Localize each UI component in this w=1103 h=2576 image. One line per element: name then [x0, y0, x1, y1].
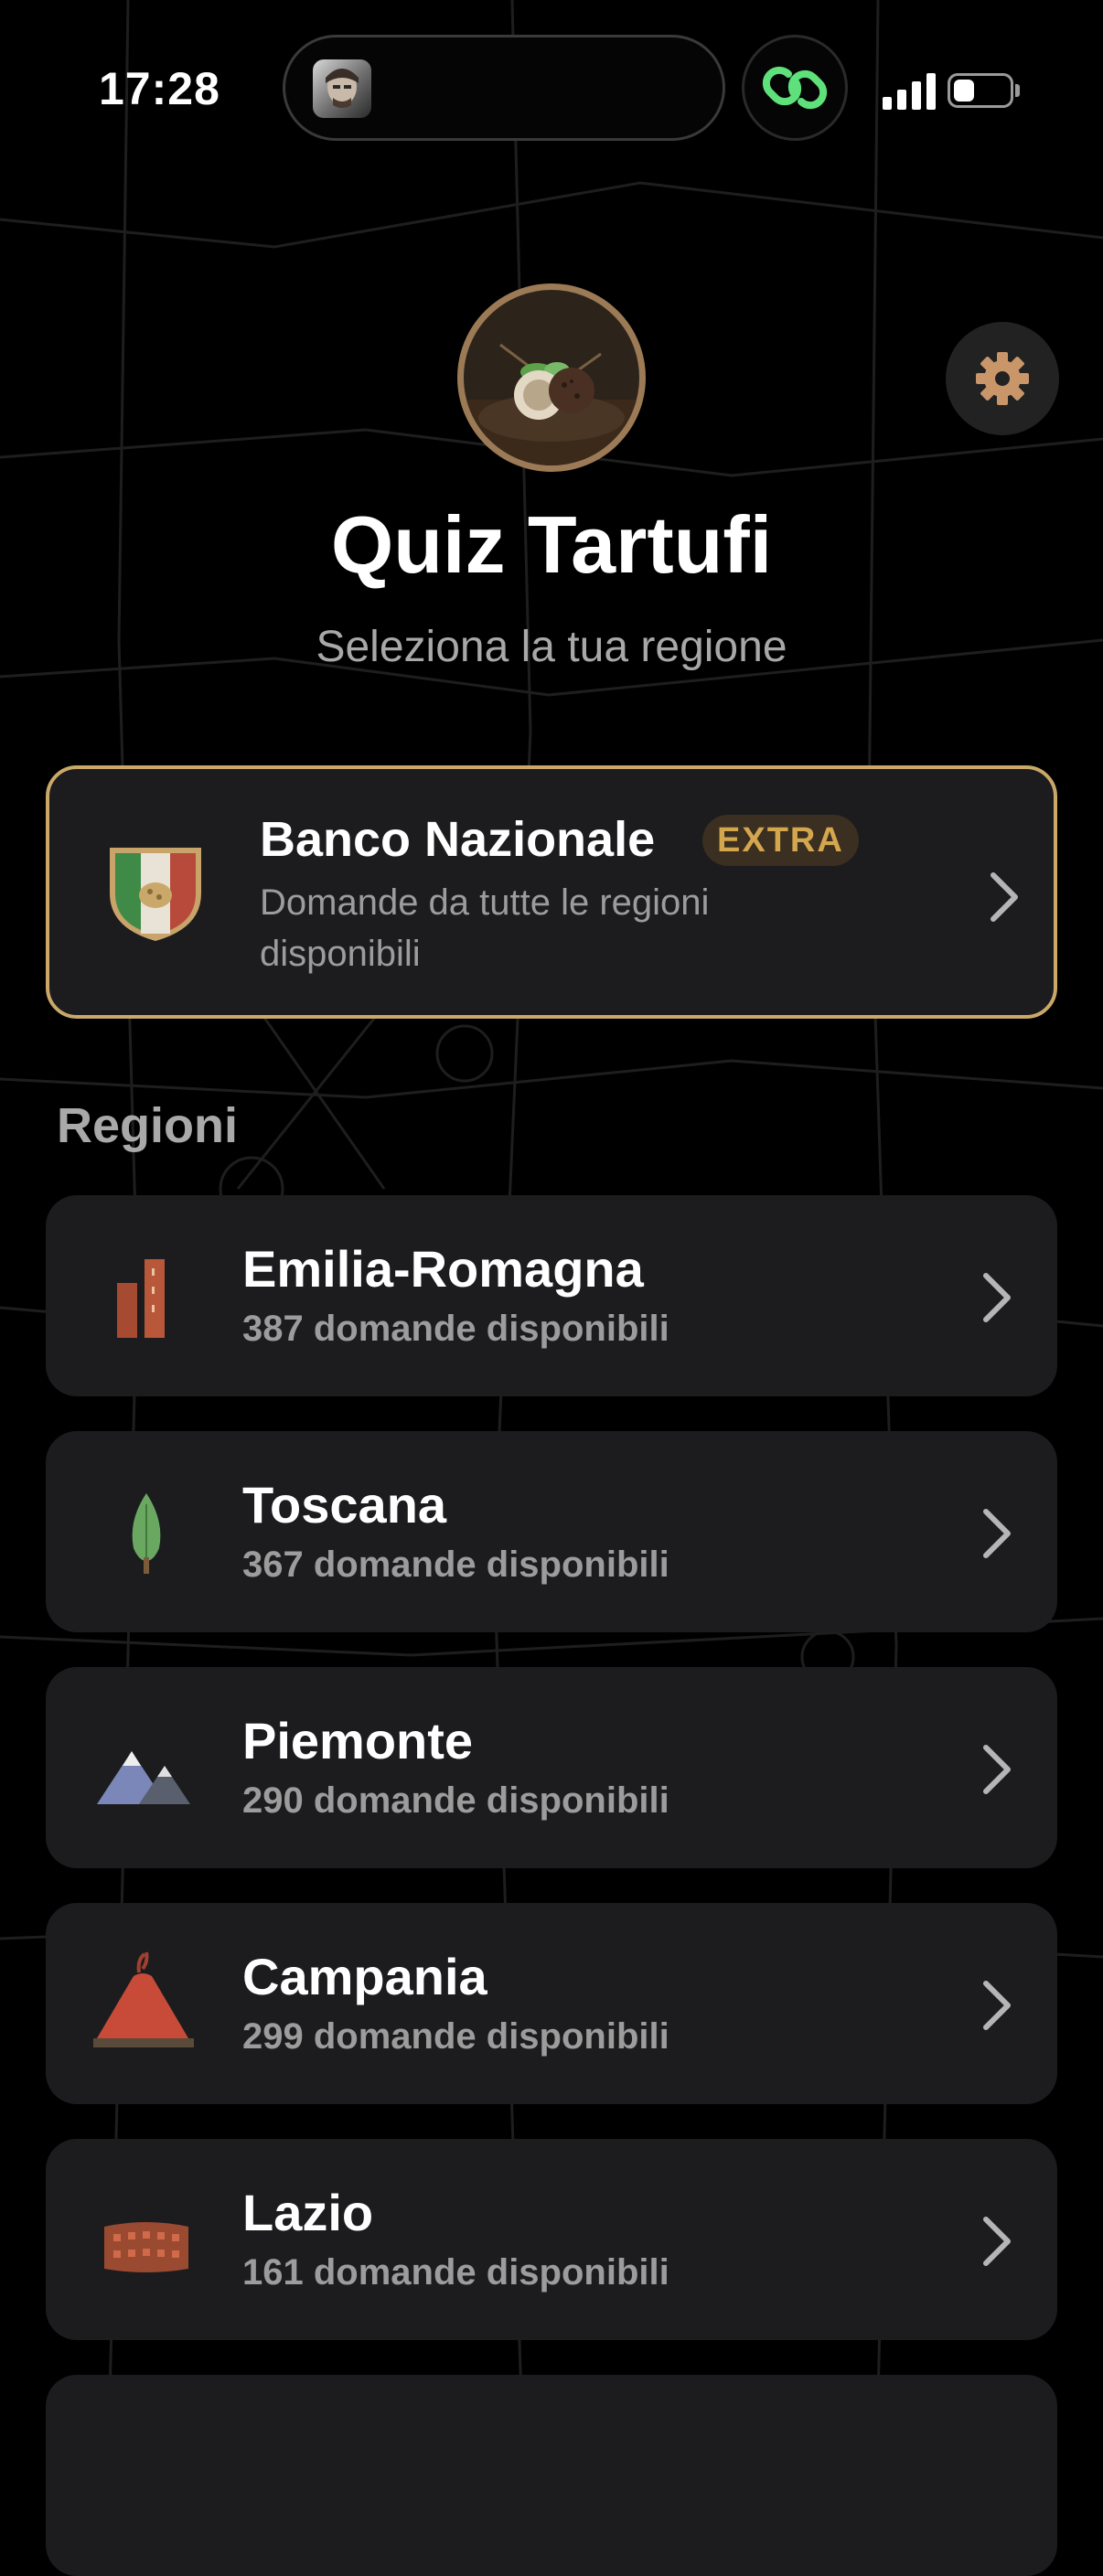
avatar [313, 59, 371, 118]
status-time: 17:28 [99, 63, 220, 114]
extra-badge: EXTRA [702, 815, 859, 866]
volcano-icon [93, 1951, 194, 2047]
region-name: Piemonte [242, 1712, 474, 1769]
chevron-right-icon [983, 1273, 1011, 1322]
region-count: 387 domande disponibili [242, 1309, 669, 1349]
region-count: 290 domande disponibili [242, 1780, 669, 1821]
dynamic-island[interactable] [283, 35, 725, 141]
banco-title: Banco Nazionale [260, 812, 656, 867]
chevron-right-icon [983, 1745, 1011, 1794]
region-card-toscana[interactable]: Toscana 367 domande disponibili [46, 1431, 1057, 1632]
mountains-icon [97, 1751, 190, 1804]
colosseum-icon [104, 2222, 188, 2272]
region-name: Campania [242, 1948, 487, 2005]
gear-icon [976, 352, 1029, 405]
region-count: 367 domande disponibili [242, 1545, 669, 1585]
region-card-piemonte[interactable]: Piemonte 290 domande disponibili [46, 1667, 1057, 1868]
region-card-lazio[interactable]: Lazio 161 domande disponibili [46, 2139, 1057, 2340]
link-icon[interactable] [742, 35, 848, 141]
region-name: Lazio [242, 2184, 374, 2241]
region-card-campania[interactable]: Campania 299 domande disponibili [46, 1903, 1057, 2104]
page-title: Quiz Tartufi [330, 499, 773, 590]
region-card-emilia-romagna[interactable]: Emilia-Romagna 387 domande disponibili [46, 1195, 1057, 1396]
italy-shield-icon [110, 848, 201, 941]
chevron-right-icon [983, 2217, 1011, 2266]
cypress-icon [132, 1493, 161, 1574]
banco-description: Domande da tutte le regioni disponibili [260, 882, 710, 974]
region-name: Toscana [242, 1476, 447, 1534]
app-logo [457, 283, 646, 472]
page-subtitle: Seleziona la tua regione [316, 623, 787, 671]
region-card-next[interactable] [46, 2375, 1057, 2576]
chevron-right-icon [983, 1981, 1011, 2030]
chevron-right-icon [991, 872, 1018, 922]
battery-tip [1015, 84, 1020, 97]
region-count: 299 domande disponibili [242, 2016, 669, 2057]
region-count: 161 domande disponibili [242, 2252, 669, 2293]
settings-button[interactable] [946, 322, 1059, 435]
chevron-right-icon [983, 1509, 1011, 1558]
signal-icon [883, 73, 936, 110]
battery-icon [948, 73, 1013, 108]
section-title: Regioni [57, 1098, 238, 1153]
towers-icon [117, 1259, 165, 1338]
region-name: Emilia-Romagna [242, 1240, 644, 1298]
banco-nazionale-card[interactable]: Banco Nazionale EXTRA Domande da tutte l… [46, 765, 1057, 1019]
